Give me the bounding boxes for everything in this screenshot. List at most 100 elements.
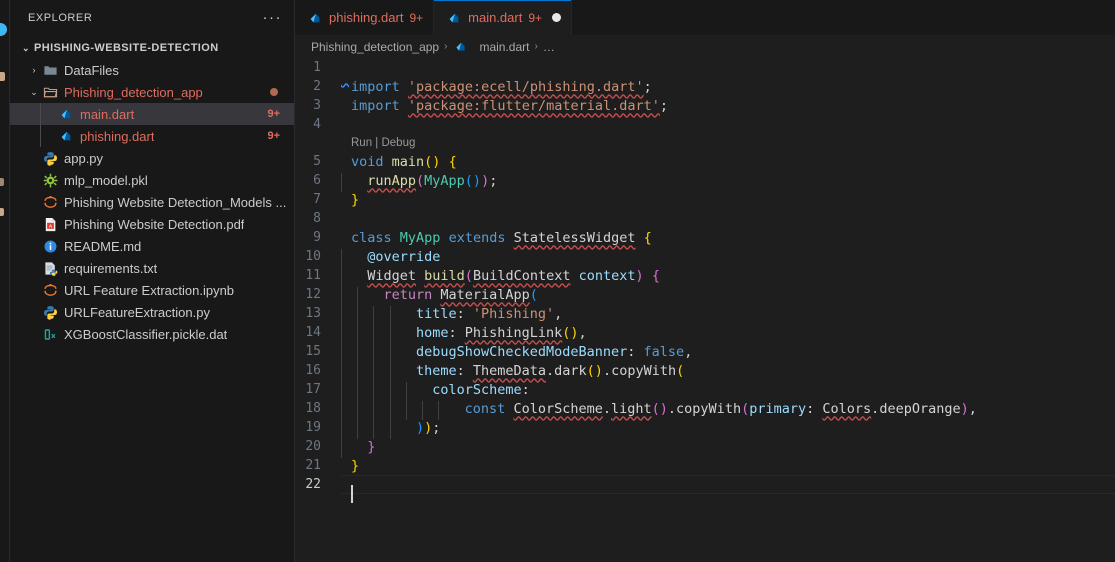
tree-item-requirements-txt[interactable]: requirements.txt [10, 257, 294, 279]
breadcrumb-segment-file[interactable]: main.dart [479, 40, 529, 54]
tree-item-label: README.md [64, 238, 142, 254]
activity-bar-sliver[interactable] [0, 0, 10, 562]
tree-item-label: phishing.dart [80, 128, 155, 144]
code-line[interactable]: 6 runApp(MyApp()); [295, 171, 1115, 192]
code-line[interactable]: 17 colorScheme: [295, 380, 1115, 401]
indent-guide [405, 381, 407, 401]
pkl-icon [42, 172, 58, 188]
code-tokens: return MaterialApp( [383, 286, 538, 303]
tree-item-label: main.dart [80, 106, 135, 122]
indent-guide [341, 438, 342, 458]
code-line[interactable]: 9 class MyApp extends StatelessWidget { [295, 228, 1115, 247]
indent-guide [341, 267, 342, 287]
code-line[interactable]: 5 void main() { [295, 152, 1115, 171]
tree-item-app-py[interactable]: app.py [10, 147, 294, 169]
jupyter-icon [42, 194, 58, 210]
code-line[interactable]: 21} [295, 456, 1115, 475]
code-tokens: const ColorScheme.light().copyWith(prima… [464, 400, 977, 417]
python-icon [42, 304, 58, 320]
tree-root-folder[interactable]: ⌄ PHISHING-WEBSITE-DETECTION [10, 37, 294, 59]
tree-item-label: URL Feature Extraction.ipynb [64, 282, 235, 298]
code-line[interactable]: 8 [295, 209, 1115, 228]
code-line[interactable]: 11 Widget build(BuildContext context) { [295, 266, 1115, 287]
code-line-content: } [341, 438, 1115, 458]
code-line[interactable]: 19)); [295, 418, 1115, 439]
tree-item-label: Phishing Website Detection_Models ... [64, 194, 287, 210]
code-line[interactable]: 3 import 'package:flutter/material.dart'; [295, 96, 1115, 115]
code-line[interactable]: 7} [295, 190, 1115, 209]
unsaved-changes-dot[interactable] [552, 13, 562, 22]
tree-item-label: mlp_model.pkl [64, 172, 148, 188]
indent-guide [357, 362, 359, 382]
editor-area: phishing.dart 9+ main.dart 9+ Phishing_dete… [295, 0, 1115, 562]
tab-phishing-dart[interactable]: phishing.dart 9+ [295, 0, 435, 35]
code-line-content: class MyApp extends StatelessWidget { [341, 230, 1115, 246]
tab-problem-badge: 9+ [528, 10, 543, 25]
code-line-content: } [341, 458, 1115, 474]
text-cursor [351, 484, 353, 503]
indent-guide [341, 305, 342, 325]
tree-item-mlp-model-pkl[interactable]: mlp_model.pkl [10, 169, 294, 191]
code-editor[interactable]: 1 2 import 'package:ecell/phishing.dart';… [295, 58, 1115, 562]
line-number: 18 [305, 401, 321, 416]
more-actions-icon[interactable]: ··· [263, 10, 287, 25]
code-tokens: debugShowCheckedModeBanner: false, [415, 343, 693, 360]
indent-guide [357, 343, 359, 363]
indent-guide [389, 305, 391, 325]
dart-icon [452, 39, 468, 55]
line-number: 9 [313, 230, 321, 245]
code-line-content: void main() { [341, 154, 1115, 170]
tree-item-datafiles[interactable]: › DataFiles [10, 59, 294, 81]
chevron-right-icon[interactable]: › [26, 65, 42, 75]
tree-item-urlfeatureextraction-py[interactable]: URLFeatureExtraction.py [10, 301, 294, 323]
code-line[interactable]: 22 [295, 475, 1115, 503]
code-line[interactable]: 16 theme: ThemeData.dark().copyWith( [295, 361, 1115, 382]
chevron-down-icon[interactable]: ⌄ [26, 87, 42, 98]
breadcrumb-segment-overflow[interactable]: … [543, 40, 555, 54]
tree-item-phishing-website-detection-pdf[interactable]: A Phishing Website Detection.pdf [10, 213, 294, 235]
modified-indicator-dot [270, 88, 278, 96]
tree-item-xgboostclassifier-pickle-dat[interactable]: XGBoostClassifier.pickle.dat [10, 323, 294, 345]
tree-item-label: app.py [64, 150, 104, 166]
code-line[interactable]: 20} [295, 437, 1115, 458]
tree-item-phishing-detection-app[interactable]: ⌄ Phishing_detection_app [10, 81, 294, 103]
tree-item-label: XGBoostClassifier.pickle.dat [64, 326, 228, 342]
chevron-right-icon-1: › [444, 41, 448, 52]
codelens-label[interactable]: Run | Debug [351, 137, 415, 149]
code-tokens: )); [415, 419, 441, 436]
codelens-run-debug[interactable]: Run | Debug [295, 134, 1115, 152]
tree-item-readme-md[interactable]: README.md [10, 235, 294, 257]
tree-item-main-dart[interactable]: main.dart 9+ [10, 103, 294, 125]
code-line[interactable]: 4 [295, 115, 1115, 134]
code-line[interactable]: 13 title: 'Phishing', [295, 304, 1115, 325]
tree-item-phishing-website-detection-models[interactable]: Phishing Website Detection_Models ... [10, 191, 294, 213]
line-number: 16 [305, 363, 321, 378]
indent-guide [389, 381, 391, 401]
chevron-down-icon[interactable]: ⌄ [18, 43, 34, 54]
code-tokens: class MyApp extends StatelessWidget { [351, 229, 652, 246]
breadcrumb-segment-folder[interactable]: Phishing_detection_app [311, 40, 439, 54]
indent-guide [357, 286, 359, 306]
indent-guide [357, 381, 359, 401]
code-tokens: } [351, 191, 360, 208]
code-line[interactable]: 10 @override [295, 247, 1115, 268]
code-line-content: )); [341, 419, 1115, 439]
code-line[interactable]: 14 home: PhishingLink(), [295, 323, 1115, 344]
indent-guide [389, 343, 391, 363]
code-line[interactable]: 12 return MaterialApp( [295, 285, 1115, 306]
tree-item-url-feature-extraction-ipynb[interactable]: URL Feature Extraction.ipynb [10, 279, 294, 301]
code-tokens: import 'package:flutter/material.dart'; [351, 97, 669, 114]
tree-item-phishing-dart[interactable]: phishing.dart 9+ [10, 125, 294, 147]
partial-file-icon-1 [0, 72, 5, 81]
code-line[interactable]: 2 import 'package:ecell/phishing.dart'; [295, 77, 1115, 96]
code-line[interactable]: 18 const ColorScheme.light().copyWith(pri… [295, 399, 1115, 420]
line-number: 6 [313, 173, 321, 188]
partial-file-icon-3 [0, 208, 4, 216]
code-line[interactable]: 15 debugShowCheckedModeBanner: false, [295, 342, 1115, 363]
tab-label: phishing.dart [329, 10, 404, 25]
tab-main-dart[interactable]: main.dart 9+ [434, 0, 573, 35]
code-line[interactable]: 1 [295, 58, 1115, 77]
chevron-right-icon-2: › [534, 41, 538, 52]
breadcrumb: Phishing_detection_app › main.dart › … [295, 35, 1115, 58]
code-tokens: import 'package:ecell/phishing.dart'; [351, 78, 652, 95]
